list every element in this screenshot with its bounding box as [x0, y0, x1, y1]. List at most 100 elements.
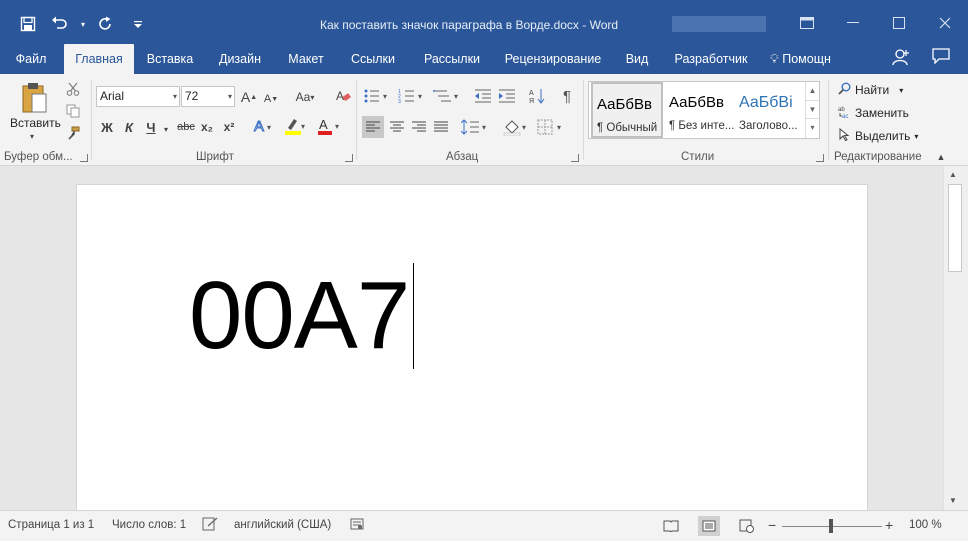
- paste-icon[interactable]: [22, 82, 48, 114]
- chevron-down-icon[interactable]: ▾: [161, 120, 171, 138]
- web-layout-icon[interactable]: [736, 516, 758, 536]
- document-text[interactable]: 00A7: [189, 261, 410, 371]
- tab-design[interactable]: Дизайн: [212, 44, 268, 74]
- styles-launcher-icon[interactable]: [816, 154, 824, 162]
- ribbon-display-options-icon[interactable]: [784, 8, 830, 38]
- shading-icon[interactable]: ▾: [502, 116, 532, 138]
- cut-icon[interactable]: [64, 80, 82, 98]
- superscript-button[interactable]: x²: [220, 118, 238, 136]
- tab-references[interactable]: Ссылки: [342, 44, 404, 74]
- borders-icon[interactable]: ▾: [536, 116, 566, 138]
- zoom-level[interactable]: 100 %: [909, 519, 942, 531]
- clear-formatting-icon[interactable]: A: [332, 86, 354, 106]
- font-color-icon[interactable]: A ▾: [316, 116, 344, 136]
- bullets-icon[interactable]: ▾: [362, 86, 392, 106]
- scroll-thumb[interactable]: [948, 184, 962, 272]
- text-effects-icon[interactable]: A ▾: [250, 116, 276, 136]
- read-mode-icon[interactable]: [660, 516, 682, 536]
- chevron-down-icon[interactable]: ▾: [78, 12, 88, 36]
- print-layout-icon[interactable]: [698, 516, 720, 536]
- highlight-color-icon[interactable]: ▾: [283, 116, 309, 136]
- tab-view[interactable]: Вид: [620, 44, 654, 74]
- align-left-icon[interactable]: [362, 116, 384, 138]
- format-painter-icon[interactable]: [64, 124, 82, 142]
- chevron-down-icon[interactable]: ▾: [173, 87, 177, 106]
- customize-qat-icon[interactable]: [124, 12, 152, 36]
- chevron-down-icon[interactable]: ▾: [899, 86, 903, 95]
- sort-icon[interactable]: АЯ: [526, 86, 548, 106]
- language-indicator[interactable]: английский (США): [234, 519, 331, 531]
- scroll-down-icon[interactable]: ▼: [949, 496, 957, 505]
- clipboard-launcher-icon[interactable]: [80, 154, 88, 162]
- paste-dropdown-icon[interactable]: ▾: [30, 132, 34, 141]
- document-page[interactable]: 00A7: [76, 184, 868, 514]
- italic-button[interactable]: К: [120, 118, 138, 136]
- undo-icon[interactable]: [46, 12, 74, 36]
- font-name-value: Arial: [100, 89, 125, 103]
- increase-indent-icon[interactable]: [496, 86, 518, 106]
- comments-icon[interactable]: [932, 48, 950, 71]
- close-icon[interactable]: [922, 8, 968, 38]
- group-divider: [91, 80, 92, 160]
- justify-icon[interactable]: [430, 116, 452, 138]
- chevron-up-icon[interactable]: ▲: [806, 82, 819, 100]
- zoom-in-button[interactable]: +: [885, 517, 893, 533]
- tab-layout[interactable]: Макет: [280, 44, 332, 74]
- font-name-combo[interactable]: Arial ▾: [96, 86, 180, 107]
- styles-scroll[interactable]: ▲ ▼ ▾: [805, 82, 819, 138]
- share-user-icon[interactable]: [892, 48, 910, 71]
- style-heading-1[interactable]: АаБбВі Заголово...: [735, 82, 805, 138]
- tab-home[interactable]: Главная: [64, 44, 134, 74]
- subscript-button[interactable]: x₂: [198, 118, 216, 136]
- shrink-font-button[interactable]: A ▼: [262, 90, 280, 108]
- collapse-ribbon-icon[interactable]: ▲: [934, 150, 948, 164]
- page-count[interactable]: Страница 1 из 1: [8, 519, 94, 531]
- style-normal[interactable]: АаБбВв ¶ Обычный: [591, 82, 663, 138]
- select-label: Выделить: [855, 129, 911, 143]
- paste-button-label[interactable]: Вставить: [10, 116, 61, 130]
- vertical-scrollbar[interactable]: ▲ ▼: [943, 166, 968, 510]
- select-button[interactable]: Выделить ▾: [838, 127, 918, 144]
- more-styles-icon[interactable]: ▾: [806, 118, 819, 136]
- tab-mailings[interactable]: Рассылки: [416, 44, 488, 74]
- tab-file[interactable]: Файл: [4, 44, 58, 74]
- zoom-slider-thumb[interactable]: [829, 519, 833, 533]
- ribbon-tabs: Файл Главная Вставка Дизайн Макет Ссылки…: [0, 44, 968, 74]
- align-right-icon[interactable]: [408, 116, 430, 138]
- show-formatting-marks-button[interactable]: ¶: [556, 86, 578, 106]
- word-count[interactable]: Число слов: 1: [112, 519, 186, 531]
- decrease-indent-icon[interactable]: [472, 86, 494, 106]
- font-size-combo[interactable]: 72 ▾: [181, 86, 235, 107]
- macro-record-icon[interactable]: [350, 517, 364, 534]
- align-center-icon[interactable]: [386, 116, 408, 138]
- line-spacing-icon[interactable]: ▾: [460, 116, 490, 138]
- chevron-down-icon[interactable]: ▾: [914, 132, 918, 141]
- style-no-spacing[interactable]: АаБбВв ¶ Без инте...: [665, 82, 737, 138]
- tab-developer[interactable]: Разработчик: [668, 44, 754, 74]
- scroll-up-icon[interactable]: ▲: [949, 170, 957, 179]
- font-launcher-icon[interactable]: [345, 154, 353, 162]
- tell-me-box[interactable]: 💡︎ Помощн: [770, 44, 831, 74]
- underline-button[interactable]: Ч: [142, 118, 160, 136]
- chevron-down-icon[interactable]: ▼: [806, 100, 819, 118]
- redo-icon[interactable]: [92, 12, 120, 36]
- numbering-icon[interactable]: 1 2 3 ▾: [397, 86, 427, 106]
- strikethrough-button[interactable]: abc: [174, 118, 198, 136]
- tab-insert[interactable]: Вставка: [140, 44, 200, 74]
- paragraph-launcher-icon[interactable]: [571, 154, 579, 162]
- chevron-down-icon[interactable]: ▾: [228, 87, 232, 106]
- bold-button[interactable]: Ж: [98, 118, 116, 136]
- minimize-icon[interactable]: [830, 8, 876, 38]
- change-case-button[interactable]: Aa ▾: [290, 88, 320, 106]
- style-name: ¶ Обычный: [597, 122, 658, 134]
- grow-font-button[interactable]: A ▲: [240, 88, 258, 106]
- tab-review[interactable]: Рецензирование: [500, 44, 606, 74]
- copy-icon[interactable]: [64, 102, 82, 120]
- maximize-icon[interactable]: [876, 8, 922, 38]
- proofing-icon[interactable]: [202, 517, 218, 534]
- replace-button[interactable]: ab ac Заменить: [838, 105, 909, 121]
- find-button[interactable]: Найти ▾: [838, 82, 903, 98]
- multilevel-list-icon[interactable]: ▾: [432, 86, 462, 106]
- zoom-out-button[interactable]: −: [768, 517, 776, 533]
- save-icon[interactable]: [14, 12, 42, 36]
